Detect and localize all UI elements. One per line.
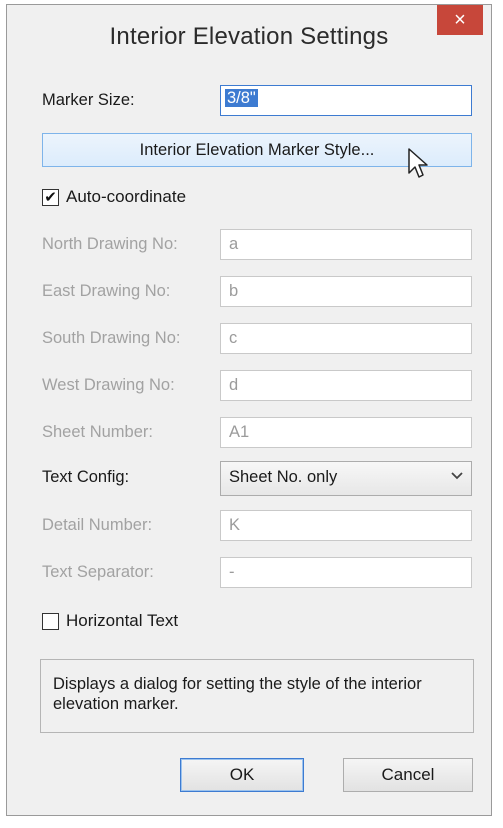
marker-size-input[interactable]: 3/8"	[220, 85, 472, 116]
auto-coordinate-label: Auto-coordinate	[66, 187, 187, 206]
horizontal-text-label: Horizontal Text	[66, 611, 179, 630]
south-drawing-input[interactable]: c	[220, 323, 472, 354]
sheet-number-input[interactable]: A1	[220, 417, 472, 448]
chevron-down-icon	[451, 467, 463, 483]
dialog-content: Marker Size: 3/8" Interior Elevation Mar…	[22, 69, 476, 815]
north-drawing-label: North Drawing No:	[42, 235, 178, 253]
cancel-button[interactable]: Cancel	[343, 758, 473, 792]
dialog-window: Interior Elevation Settings × Marker Siz…	[6, 4, 492, 816]
checkbox-box	[42, 612, 59, 630]
dialog-title: Interior Elevation Settings	[109, 23, 389, 50]
marker-size-value: 3/8"	[225, 89, 258, 107]
auto-coordinate-checkbox[interactable]: ✔ Auto-coordinate	[42, 187, 186, 207]
east-drawing-label: East Drawing No:	[42, 282, 171, 300]
help-text-box: Displays a dialog for setting the style …	[40, 659, 474, 733]
text-separator-input[interactable]: -	[220, 557, 472, 588]
title-bar[interactable]: Interior Elevation Settings ×	[7, 5, 491, 69]
west-drawing-input[interactable]: d	[220, 370, 472, 401]
checkmark-icon: ✔	[42, 188, 59, 206]
detail-number-input[interactable]: K	[220, 510, 472, 541]
text-config-value: Sheet No. only	[229, 468, 338, 486]
text-config-select[interactable]: Sheet No. only	[220, 461, 472, 496]
north-drawing-input[interactable]: a	[220, 229, 472, 260]
text-config-label: Text Config:	[42, 468, 130, 486]
marker-size-label: Marker Size:	[42, 91, 135, 109]
west-drawing-label: West Drawing No:	[42, 376, 175, 394]
close-button[interactable]: ×	[437, 5, 483, 35]
ok-button[interactable]: OK	[180, 758, 304, 792]
south-drawing-label: South Drawing No:	[42, 329, 181, 347]
east-drawing-input[interactable]: b	[220, 276, 472, 307]
sheet-number-label: Sheet Number:	[42, 423, 153, 441]
close-icon: ×	[454, 8, 466, 31]
text-separator-label: Text Separator:	[42, 563, 154, 581]
horizontal-text-checkbox[interactable]: Horizontal Text	[42, 611, 178, 631]
mouse-pointer-icon	[408, 148, 428, 178]
detail-number-label: Detail Number:	[42, 516, 153, 534]
